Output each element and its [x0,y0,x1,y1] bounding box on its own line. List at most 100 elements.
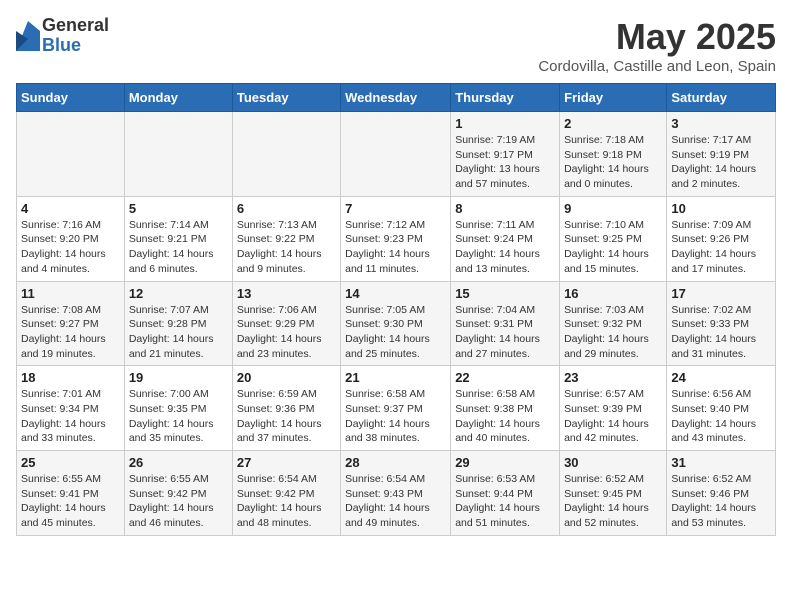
day-info: Sunrise: 7:18 AM Sunset: 9:18 PM Dayligh… [564,134,649,190]
calendar-cell: 5Sunrise: 7:14 AM Sunset: 9:21 PM Daylig… [124,196,232,281]
day-info: Sunrise: 6:56 AM Sunset: 9:40 PM Dayligh… [671,388,756,444]
day-number: 12 [129,286,228,301]
day-info: Sunrise: 6:54 AM Sunset: 9:43 PM Dayligh… [345,473,430,529]
day-info: Sunrise: 6:55 AM Sunset: 9:41 PM Dayligh… [21,473,106,529]
day-number: 16 [564,286,662,301]
calendar-cell: 24 Sunrise: 6:56 AM Sunset: 9:40 PM Dayli… [667,366,776,451]
calendar-cell: 14Sunrise: 7:05 AM Sunset: 9:30 PM Dayli… [341,281,451,366]
day-info: Sunrise: 7:16 AM Sunset: 9:20 PM Dayligh… [21,219,106,275]
calendar-cell: 20 Sunrise: 6:59 AM Sunset: 9:36 PM Dayli… [232,366,340,451]
day-number: 13 [237,286,336,301]
title-section: May 2025 Cordovilla, Castille and Leon, … [538,16,776,75]
day-number: 17 [671,286,771,301]
day-info: Sunrise: 6:55 AM Sunset: 9:42 PM Dayligh… [129,473,214,529]
day-info: Sunrise: 7:02 AM Sunset: 9:33 PM Dayligh… [671,304,756,360]
day-number: 22 [455,370,555,385]
calendar-cell: 28 Sunrise: 6:54 AM Sunset: 9:43 PM Dayli… [341,451,451,536]
calendar-cell: 23Sunrise: 6:57 AM Sunset: 9:39 PM Dayli… [560,366,667,451]
day-number: 19 [129,370,228,385]
calendar-cell [341,112,451,197]
day-info: Sunrise: 6:59 AM Sunset: 9:36 PM Dayligh… [237,388,322,444]
day-number: 20 [237,370,336,385]
day-info: Sunrise: 6:57 AM Sunset: 9:39 PM Dayligh… [564,388,649,444]
day-number: 8 [455,201,555,216]
day-info: Sunrise: 7:12 AM Sunset: 9:23 PM Dayligh… [345,219,430,275]
day-info: Sunrise: 7:01 AM Sunset: 9:34 PM Dayligh… [21,388,106,444]
day-number: 29 [455,455,555,470]
calendar-cell: 13Sunrise: 7:06 AM Sunset: 9:29 PM Dayli… [232,281,340,366]
calendar-cell: 12Sunrise: 7:07 AM Sunset: 9:28 PM Dayli… [124,281,232,366]
calendar-cell: 26Sunrise: 6:55 AM Sunset: 9:42 PM Dayli… [124,451,232,536]
day-number: 9 [564,201,662,216]
calendar-cell: 30 Sunrise: 6:52 AM Sunset: 9:45 PM Dayli… [560,451,667,536]
calendar-cell: 9 Sunrise: 7:10 AM Sunset: 9:25 PM Daylig… [560,196,667,281]
calendar-cell: 21 Sunrise: 6:58 AM Sunset: 9:37 PM Dayli… [341,366,451,451]
week-row-4: 18 Sunrise: 7:01 AM Sunset: 9:34 PM Dayli… [17,366,776,451]
logo-blue: Blue [42,36,109,56]
calendar-cell: 18 Sunrise: 7:01 AM Sunset: 9:34 PM Dayli… [17,366,125,451]
calendar-cell: 17 Sunrise: 7:02 AM Sunset: 9:33 PM Dayli… [667,281,776,366]
day-number: 6 [237,201,336,216]
week-row-5: 25 Sunrise: 6:55 AM Sunset: 9:41 PM Dayli… [17,451,776,536]
day-number: 1 [455,116,555,131]
day-info: Sunrise: 7:00 AM Sunset: 9:35 PM Dayligh… [129,388,214,444]
calendar-table: SundayMondayTuesdayWednesdayThursdayFrid… [16,83,776,536]
calendar-cell [232,112,340,197]
logo-general: General [42,16,109,36]
day-number: 11 [21,286,120,301]
day-number: 5 [129,201,228,216]
calendar-cell: 8 Sunrise: 7:11 AM Sunset: 9:24 PM Daylig… [451,196,560,281]
day-info: Sunrise: 7:09 AM Sunset: 9:26 PM Dayligh… [671,219,756,275]
calendar-cell: 29 Sunrise: 6:53 AM Sunset: 9:44 PM Dayli… [451,451,560,536]
calendar-cell: 1Sunrise: 7:19 AM Sunset: 9:17 PM Daylig… [451,112,560,197]
day-info: Sunrise: 7:10 AM Sunset: 9:25 PM Dayligh… [564,219,649,275]
logo: General Blue [16,16,109,56]
calendar-cell: 25 Sunrise: 6:55 AM Sunset: 9:41 PM Dayli… [17,451,125,536]
day-info: Sunrise: 6:52 AM Sunset: 9:46 PM Dayligh… [671,473,756,529]
header-day-saturday: Saturday [667,84,776,112]
calendar-cell: 6Sunrise: 7:13 AM Sunset: 9:22 PM Daylig… [232,196,340,281]
day-number: 4 [21,201,120,216]
calendar-cell: 2 Sunrise: 7:18 AM Sunset: 9:18 PM Daylig… [560,112,667,197]
day-info: Sunrise: 7:08 AM Sunset: 9:27 PM Dayligh… [21,304,106,360]
header-day-sunday: Sunday [17,84,125,112]
day-info: Sunrise: 6:58 AM Sunset: 9:37 PM Dayligh… [345,388,430,444]
calendar-cell: 15Sunrise: 7:04 AM Sunset: 9:31 PM Dayli… [451,281,560,366]
subtitle: Cordovilla, Castille and Leon, Spain [538,58,776,75]
header-day-thursday: Thursday [451,84,560,112]
calendar-cell: 4 Sunrise: 7:16 AM Sunset: 9:20 PM Daylig… [17,196,125,281]
day-number: 18 [21,370,120,385]
day-info: Sunrise: 7:17 AM Sunset: 9:19 PM Dayligh… [671,134,756,190]
main-title: May 2025 [538,16,776,58]
day-number: 24 [671,370,771,385]
day-info: Sunrise: 6:52 AM Sunset: 9:45 PM Dayligh… [564,473,649,529]
header-day-friday: Friday [560,84,667,112]
day-number: 21 [345,370,446,385]
day-number: 28 [345,455,446,470]
week-row-1: 1Sunrise: 7:19 AM Sunset: 9:17 PM Daylig… [17,112,776,197]
calendar-cell: 11 Sunrise: 7:08 AM Sunset: 9:27 PM Dayli… [17,281,125,366]
calendar-cell [124,112,232,197]
header-row: SundayMondayTuesdayWednesdayThursdayFrid… [17,84,776,112]
calendar-cell: 19 Sunrise: 7:00 AM Sunset: 9:35 PM Dayli… [124,366,232,451]
logo-icon [16,21,40,51]
calendar-cell: 10Sunrise: 7:09 AM Sunset: 9:26 PM Dayli… [667,196,776,281]
day-info: Sunrise: 7:11 AM Sunset: 9:24 PM Dayligh… [455,219,540,275]
calendar-cell: 16Sunrise: 7:03 AM Sunset: 9:32 PM Dayli… [560,281,667,366]
day-number: 30 [564,455,662,470]
day-number: 2 [564,116,662,131]
day-number: 25 [21,455,120,470]
day-info: Sunrise: 6:54 AM Sunset: 9:42 PM Dayligh… [237,473,322,529]
day-info: Sunrise: 6:53 AM Sunset: 9:44 PM Dayligh… [455,473,540,529]
day-info: Sunrise: 6:58 AM Sunset: 9:38 PM Dayligh… [455,388,540,444]
calendar-cell: 3 Sunrise: 7:17 AM Sunset: 9:19 PM Daylig… [667,112,776,197]
logo-text: General Blue [42,16,109,56]
day-number: 3 [671,116,771,131]
day-number: 27 [237,455,336,470]
day-number: 14 [345,286,446,301]
calendar-cell: 31Sunrise: 6:52 AM Sunset: 9:46 PM Dayli… [667,451,776,536]
calendar-cell: 7Sunrise: 7:12 AM Sunset: 9:23 PM Daylig… [341,196,451,281]
calendar-cell: 27 Sunrise: 6:54 AM Sunset: 9:42 PM Dayli… [232,451,340,536]
day-number: 15 [455,286,555,301]
calendar-cell: 22 Sunrise: 6:58 AM Sunset: 9:38 PM Dayli… [451,366,560,451]
